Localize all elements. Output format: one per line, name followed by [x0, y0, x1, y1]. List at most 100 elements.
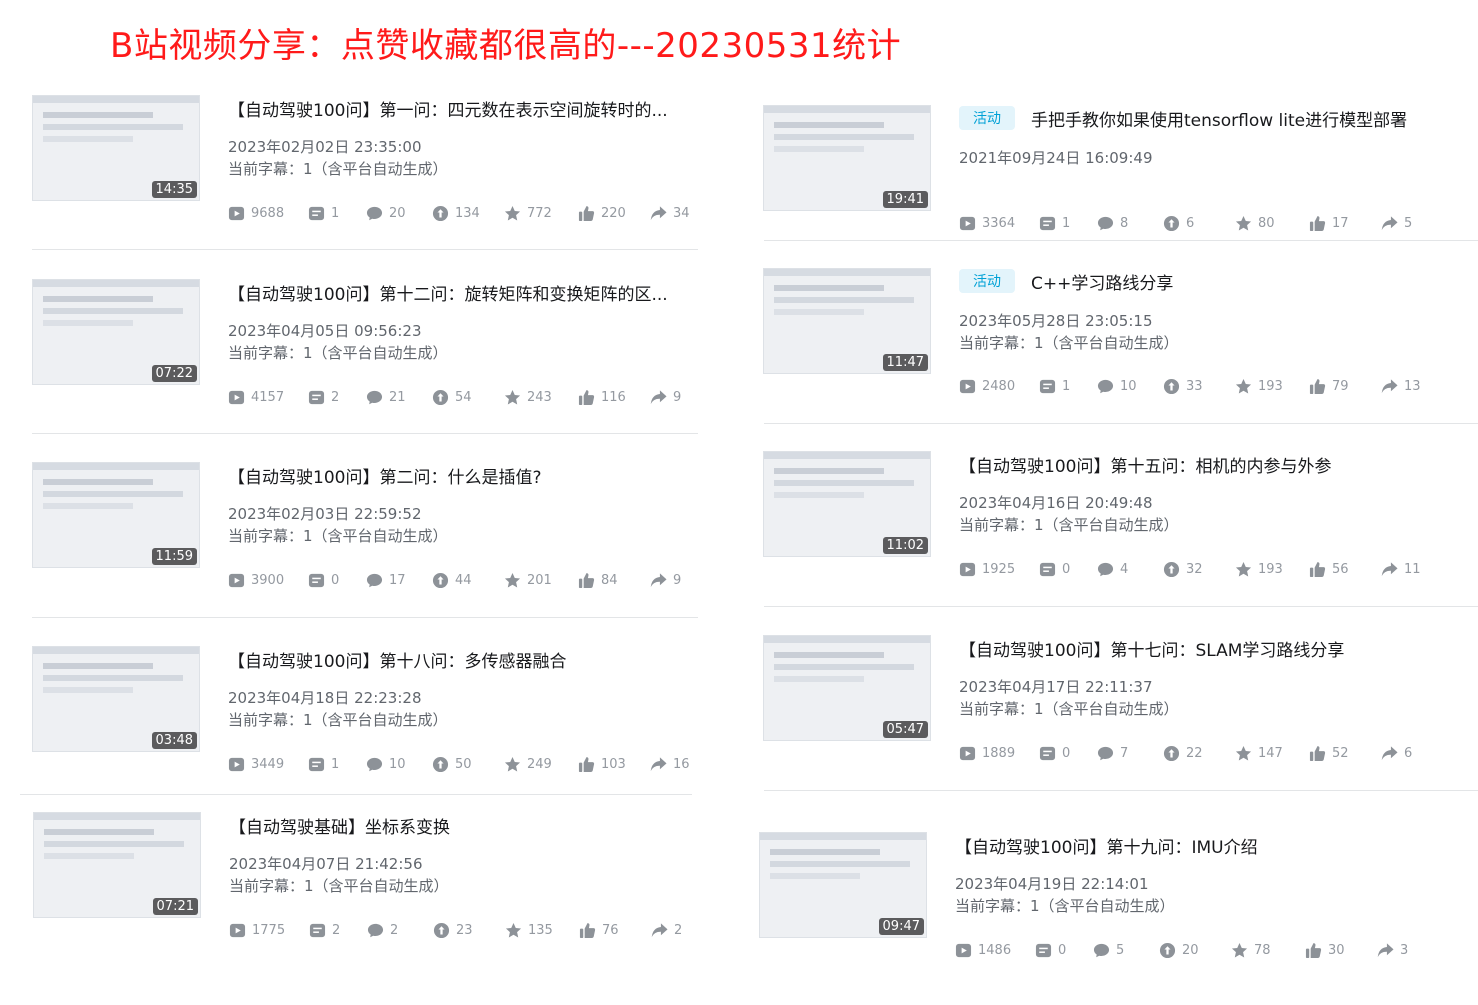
stat-comments-count: 5	[1116, 942, 1125, 958]
comment-icon	[1097, 745, 1120, 762]
video-duration: 05:47	[882, 721, 928, 738]
video-info: 【自动驾驶100问】第十二问：旋转矩阵和变换矩阵的区... 2023年04月05日…	[228, 279, 698, 363]
title-row: 【自动驾驶100问】第十九问：IMU介绍	[955, 832, 1465, 858]
publish-date: 2023年04月18日 22:23:28	[228, 689, 422, 707]
thumbs-up-icon	[1309, 378, 1332, 395]
publish-date: 2023年04月05日 09:56:23	[228, 322, 422, 340]
activity-tag[interactable]: 活动	[959, 106, 1015, 130]
video-thumbnail[interactable]: 07:22	[32, 279, 200, 385]
stat-shares-count: 13	[1404, 378, 1421, 394]
video-thumbnail[interactable]: 11:47	[763, 268, 931, 374]
video-thumbnail[interactable]: 05:47	[763, 635, 931, 741]
comment-icon	[366, 205, 389, 222]
publish-date: 2023年04月19日 22:14:01	[955, 875, 1149, 893]
stat-coins: 20	[1159, 942, 1231, 959]
stat-favorites: 193	[1235, 561, 1309, 578]
thumbnail-toolbar	[33, 96, 199, 103]
video-card[interactable]: 19:41 活动 手把手教你如果使用tensorflow lite进行模型部署 202…	[763, 105, 1478, 255]
coin-icon	[433, 922, 456, 939]
play-icon	[959, 215, 982, 232]
stat-danmaku: 0	[308, 572, 366, 589]
stat-views-count: 1889	[982, 745, 1016, 761]
video-duration: 07:22	[151, 365, 197, 382]
video-thumbnail[interactable]: 11:02	[763, 451, 931, 557]
video-stats: 3900 0 17 44 201 84 9	[228, 570, 710, 590]
video-title[interactable]: 【自动驾驶100问】第一问：四元数在表示空间旋转时的...	[228, 96, 668, 121]
stat-favorites-count: 201	[527, 572, 552, 588]
video-thumbnail[interactable]: 14:35	[32, 95, 200, 201]
video-card[interactable]: 05:47 【自动驾驶100问】第十七问：SLAM学习路线分享 2023年04月17…	[763, 635, 1478, 785]
stat-shares-count: 5	[1404, 215, 1413, 231]
thumbnail-line	[43, 296, 153, 302]
video-title[interactable]: 【自动驾驶100问】第十二问：旋转矩阵和变换矩阵的区...	[228, 280, 668, 305]
stat-views: 1486	[955, 942, 1035, 959]
danmaku-icon	[1035, 942, 1058, 959]
video-card[interactable]: 11:47 活动 C++学习路线分享 2023年05月28日 23:05:15 当前字幕…	[763, 268, 1478, 418]
video-card[interactable]: 09:47 【自动驾驶100问】第十九问：IMU介绍 2023年04月19日 22:…	[759, 832, 1474, 982]
stat-comments: 8	[1097, 215, 1163, 232]
video-title[interactable]: 【自动驾驶100问】第十八问：多传感器融合	[228, 647, 566, 672]
stat-danmaku: 1	[308, 205, 366, 222]
title-row: 【自动驾驶100问】第十五问：相机的内参与外参	[959, 451, 1469, 477]
share-icon	[650, 205, 673, 222]
video-card[interactable]: 03:48 【自动驾驶100问】第十八问：多传感器融合 2023年04月18日 22…	[32, 646, 698, 796]
video-info: 【自动驾驶基础】坐标系变换 2023年04月07日 21:42:56 当前字幕：1（…	[229, 812, 699, 896]
video-card[interactable]: 07:22 【自动驾驶100问】第十二问：旋转矩阵和变换矩阵的区... 2023年0…	[32, 279, 698, 429]
video-thumbnail[interactable]: 03:48	[32, 646, 200, 752]
share-icon	[1381, 561, 1404, 578]
divider	[764, 606, 1478, 607]
stat-views: 3449	[228, 756, 308, 773]
stat-likes-count: 79	[1332, 378, 1349, 394]
coin-icon	[1163, 378, 1186, 395]
video-thumbnail[interactable]: 11:59	[32, 462, 200, 568]
thumbnail-toolbar	[764, 452, 930, 459]
video-card[interactable]: 11:59 【自动驾驶100问】第二问：什么是插值? 2023年02月03日 22:…	[32, 462, 698, 612]
thumbs-up-icon	[578, 572, 601, 589]
stat-shares: 3	[1377, 942, 1437, 959]
video-thumbnail[interactable]: 07:21	[33, 812, 201, 918]
video-title[interactable]: 【自动驾驶100问】第十五问：相机的内参与外参	[959, 452, 1331, 477]
thumbnail-line	[44, 841, 184, 847]
video-thumbnail[interactable]: 19:41	[763, 105, 931, 211]
stat-likes-count: 30	[1328, 942, 1345, 958]
video-title[interactable]: 【自动驾驶100问】第十七问：SLAM学习路线分享	[959, 636, 1344, 661]
stat-views-count: 3900	[251, 572, 285, 588]
video-card[interactable]: 14:35 【自动驾驶100问】第一问：四元数在表示空间旋转时的... 2023年0…	[32, 95, 698, 245]
coin-icon	[1159, 942, 1182, 959]
video-title[interactable]: 【自动驾驶100问】第二问：什么是插值?	[228, 463, 541, 488]
subtitle-info: 当前字幕：1（含平台自动生成）	[228, 344, 448, 362]
thumbs-up-icon	[578, 389, 601, 406]
thumbnail-line	[774, 652, 884, 658]
thumbnail-line	[43, 687, 133, 693]
video-card[interactable]: 07:21 【自动驾驶基础】坐标系变换 2023年04月07日 21:42:56 当前…	[33, 812, 699, 962]
star-icon	[1231, 942, 1254, 959]
video-stats: 2480 1 10 33 193 79 13	[959, 376, 1441, 396]
video-info: 【自动驾驶100问】第十七问：SLAM学习路线分享 2023年04月17日 22:…	[959, 635, 1469, 719]
video-thumbnail[interactable]: 09:47	[759, 832, 927, 938]
video-duration: 09:47	[878, 918, 924, 935]
video-title[interactable]: C++学习路线分享	[1031, 269, 1173, 294]
thumbs-up-icon	[578, 756, 601, 773]
stat-comments-count: 10	[389, 756, 406, 772]
stat-coins: 44	[432, 572, 504, 589]
stat-coins-count: 20	[1182, 942, 1199, 958]
thumbnail-line	[774, 492, 864, 498]
stat-coins-count: 33	[1186, 378, 1203, 394]
share-icon	[650, 756, 673, 773]
video-title[interactable]: 手把手教你如果使用tensorflow lite进行模型部署	[1031, 106, 1407, 131]
stat-danmaku-count: 2	[332, 922, 341, 938]
stat-views-count: 3364	[982, 215, 1016, 231]
stat-views: 1925	[959, 561, 1039, 578]
play-icon	[959, 378, 982, 395]
activity-tag[interactable]: 活动	[959, 269, 1015, 293]
video-title[interactable]: 【自动驾驶100问】第十九问：IMU介绍	[955, 833, 1258, 858]
video-title[interactable]: 【自动驾驶基础】坐标系变换	[229, 813, 450, 838]
stat-coins: 134	[432, 205, 504, 222]
share-icon	[650, 389, 673, 406]
video-card[interactable]: 11:02 【自动驾驶100问】第十五问：相机的内参与外参 2023年04月16日 …	[763, 451, 1478, 601]
thumbnail-toolbar	[764, 269, 930, 276]
stat-favorites-count: 147	[1258, 745, 1283, 761]
stat-danmaku-count: 1	[331, 756, 340, 772]
stat-likes: 116	[578, 389, 650, 406]
stat-shares: 6	[1381, 745, 1441, 762]
